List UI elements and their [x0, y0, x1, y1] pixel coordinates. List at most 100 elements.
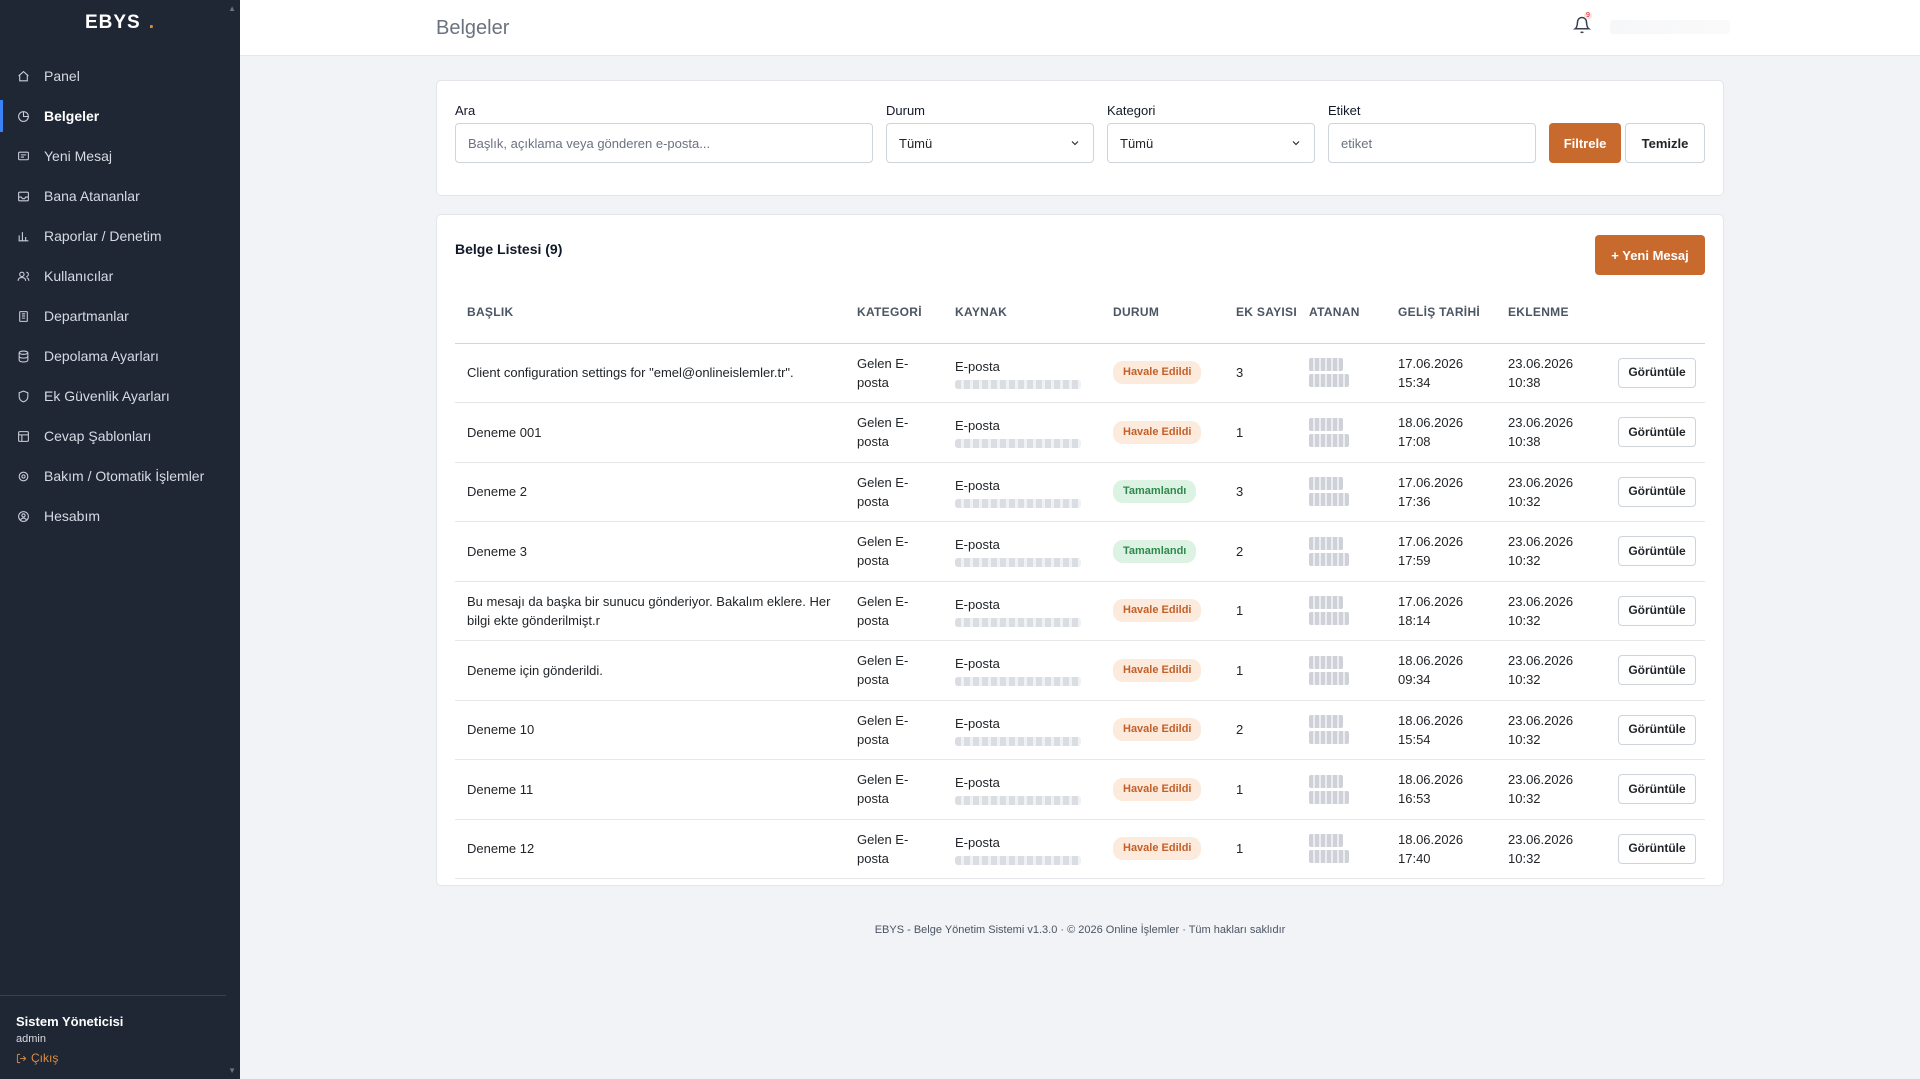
row-added-date: 23.06.2026 10:38: [1496, 402, 1606, 463]
sidebar-item-belgeler[interactable]: Belgeler: [0, 96, 240, 136]
table-row[interactable]: Deneme için gönderildi. Gelen E-posta E-po…: [455, 640, 1705, 701]
new-message-button[interactable]: + Yeni Mesaj: [1595, 235, 1705, 275]
redacted-email: [955, 677, 1081, 687]
added-time: 10:32: [1508, 553, 1541, 569]
view-button[interactable]: Görüntüle: [1618, 774, 1696, 805]
row-attachment-count: 1: [1224, 640, 1297, 701]
user-menu-redacted[interactable]: [1610, 20, 1730, 34]
category-select[interactable]: Tümü: [1107, 123, 1315, 163]
row-received-date: 17.06.2026 17:59: [1386, 521, 1496, 582]
received-date: 17.06.2026: [1398, 474, 1464, 490]
received-time: 17:59: [1398, 553, 1431, 569]
table-row[interactable]: Bu mesajı da başka bir sunucu gönderiyor…: [455, 581, 1705, 641]
sidebar-item-panel[interactable]: Panel: [0, 56, 240, 96]
row-title: Deneme 2: [455, 462, 845, 522]
row-actions: Görüntüle: [1606, 343, 1705, 403]
row-source-label: E-posta: [955, 477, 1000, 493]
brand-name: EBYS: [84, 12, 141, 33]
sidebar-item-cevap-şablonları[interactable]: Cevap Şablonları: [0, 416, 240, 456]
row-category: Gelen E-posta: [845, 521, 943, 582]
row-source-label: E-posta: [955, 537, 1000, 553]
status-label: Durum: [886, 103, 926, 118]
scroll-down-arrow-icon[interactable]: ▼: [228, 1066, 236, 1075]
row-received-date: 18.06.2026 17:08: [1386, 402, 1496, 463]
redacted-surname: [1309, 790, 1349, 804]
table-row[interactable]: Deneme 3 Gelen E-posta E-posta Tamamlandı 2 1…: [455, 521, 1705, 582]
sidebar-item-bana-atananlar[interactable]: Bana Atananlar: [0, 176, 240, 216]
received-date: 18.06.2026: [1398, 415, 1464, 431]
table-row[interactable]: Deneme 001 Gelen E-posta E-posta Havale Edi…: [455, 402, 1705, 463]
row-added-date: 23.06.2026 10:38: [1496, 343, 1606, 403]
brand-logo[interactable]: EBYS.: [0, 0, 240, 46]
tag-input[interactable]: etiket: [1328, 123, 1536, 163]
redacted-email: [955, 379, 1081, 389]
clear-button[interactable]: Temizle: [1625, 123, 1705, 163]
row-category: Gelen E-posta: [845, 819, 943, 879]
row-assignee: [1297, 402, 1386, 463]
table-row[interactable]: Client configuration settings for "emel@…: [455, 343, 1705, 403]
row-status: Tamamlandı: [1101, 521, 1224, 582]
row-source-label: E-posta: [955, 418, 1000, 434]
sidebar-item-ek-güvenlik-ayarları[interactable]: Ek Güvenlik Ayarları: [0, 376, 240, 416]
row-attachment-count: 1: [1224, 402, 1297, 463]
received-date: 17.06.2026: [1398, 593, 1464, 609]
row-source: E-posta: [943, 759, 1101, 820]
sidebar-item-bakım-otomatik-i-şlemler[interactable]: Bakım / Otomatik İşlemler: [0, 456, 240, 496]
view-button[interactable]: Görüntüle: [1618, 655, 1696, 686]
row-source-label: E-posta: [955, 358, 1000, 374]
row-source-label: E-posta: [955, 775, 1000, 791]
logout-link[interactable]: Çıkış: [16, 1051, 210, 1065]
sidebar-item-departmanlar[interactable]: Departmanlar: [0, 296, 240, 336]
sidebar-item-label: Cevap Şablonları: [44, 428, 152, 444]
row-title: Deneme için gönderildi.: [455, 640, 845, 701]
row-assignee: [1297, 462, 1386, 522]
tag-label: Etiket: [1328, 103, 1361, 118]
view-button[interactable]: Görüntüle: [1618, 476, 1696, 507]
view-button[interactable]: Görüntüle: [1618, 536, 1696, 567]
view-button[interactable]: Görüntüle: [1618, 714, 1696, 745]
status-badge: Tamamlandı: [1113, 539, 1197, 563]
redacted-surname: [1309, 493, 1349, 507]
row-status: Havale Edildi: [1101, 759, 1224, 820]
table-header-row: BAŞLIK KATEGORİ KAYNAK DURUM EK SAYISI ATANAN…: [455, 281, 1705, 344]
table-row[interactable]: Deneme 11 Gelen E-posta E-posta Havale Edil…: [455, 759, 1705, 820]
table-row[interactable]: Deneme 12 Gelen E-posta E-posta Havale Edil…: [455, 819, 1705, 879]
sidebar-item-depolama-ayarları[interactable]: Depolama Ayarları: [0, 336, 240, 376]
brand-dot: .: [148, 12, 156, 33]
redacted-surname: [1309, 433, 1349, 447]
view-button[interactable]: Görüntüle: [1618, 357, 1696, 388]
row-title: Deneme 11: [455, 759, 845, 820]
sidebar-item-label: Kullanıcılar: [44, 268, 114, 284]
sidebar-item-raporlar-denetim[interactable]: Raporlar / Denetim: [0, 216, 240, 256]
row-attachment-count: 1: [1224, 581, 1297, 641]
added-date: 23.06.2026: [1508, 474, 1574, 490]
filter-button[interactable]: Filtrele: [1549, 123, 1621, 163]
search-input[interactable]: Başlık, açıklama veya gönderen e-posta..…: [455, 123, 873, 163]
row-received-date: 18.06.2026 17:40: [1386, 819, 1496, 879]
sidebar-item-yeni-mesaj[interactable]: Yeni Mesaj: [0, 136, 240, 176]
row-title: Bu mesajı da başka bir sunucu gönderiyor…: [455, 581, 845, 641]
sidebar: ▲ EBYS. Panel Belgeler Yeni Mesaj Bana Atan…: [0, 0, 240, 1079]
row-attachment-count: 1: [1224, 819, 1297, 879]
row-added-date: 23.06.2026 10:32: [1496, 581, 1606, 641]
row-title: Deneme 3: [455, 521, 845, 582]
scroll-up-arrow-icon[interactable]: ▲: [228, 4, 236, 13]
sidebar-item-hesabım[interactable]: Hesabım: [0, 496, 240, 536]
notification-bell[interactable]: 9: [1572, 12, 1592, 36]
status-badge: Havale Edildi: [1113, 718, 1202, 742]
view-button[interactable]: Görüntüle: [1618, 833, 1696, 864]
status-select[interactable]: Tümü: [886, 123, 1094, 163]
row-title: Deneme 001: [455, 402, 845, 463]
received-date: 17.06.2026: [1398, 355, 1464, 371]
document-icon: [16, 109, 30, 123]
table-row[interactable]: Deneme 2 Gelen E-posta E-posta Tamamlandı 3 1…: [455, 462, 1705, 522]
view-button[interactable]: Görüntüle: [1618, 417, 1696, 448]
row-actions: Görüntüle: [1606, 521, 1705, 582]
view-button[interactable]: Görüntüle: [1618, 595, 1696, 626]
received-time: 17:40: [1398, 850, 1431, 866]
added-date: 23.06.2026: [1508, 712, 1574, 728]
table-row[interactable]: Deneme 10 Gelen E-posta E-posta Havale Edil…: [455, 700, 1705, 760]
row-category: Gelen E-posta: [845, 700, 943, 760]
sidebar-item-kullanıcılar[interactable]: Kullanıcılar: [0, 256, 240, 296]
column-header: [1606, 281, 1705, 344]
